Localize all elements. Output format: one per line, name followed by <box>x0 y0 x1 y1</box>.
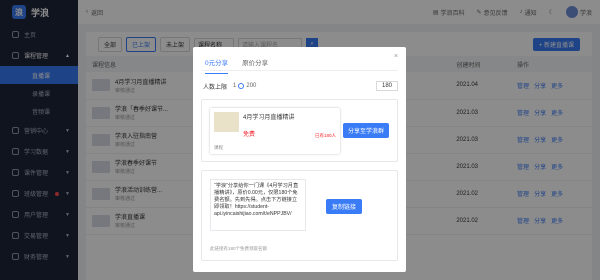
limit-input[interactable]: 180 <box>375 81 398 91</box>
slider-min: 1 <box>233 83 237 89</box>
share-to-group-button[interactable]: 分享至学浪群 <box>342 123 389 138</box>
preview-joined-count: 已有180人 <box>314 132 336 138</box>
share-tabs: 0元分享 原价分享 <box>201 57 398 74</box>
preview-tag: 课程 <box>214 144 223 150</box>
share-link-card: “学浪”分享给你一门课《4月学习月直播精讲》，原价0.00元，仅限180个免费名… <box>201 170 398 261</box>
preview-free-label: 免费 <box>243 131 256 138</box>
preview-title: 4月学习月直播精讲 <box>243 114 295 121</box>
share-dialog: × 0元分享 原价分享 人数上限 1 200 180 4月学习月直播精讲 免费 … <box>193 47 406 272</box>
slider-handle[interactable] <box>238 83 245 89</box>
tab-free-share[interactable]: 0元分享 <box>205 57 229 74</box>
tab-original-price-share[interactable]: 原价分享 <box>242 57 268 70</box>
share-link-text[interactable]: “学浪”分享给你一门课《4月学习月直播精讲》，原价0.00元，仅限180个免费名… <box>210 179 306 231</box>
close-icon[interactable]: × <box>394 53 398 60</box>
limit-row: 人数上限 1 200 180 <box>201 81 398 91</box>
share-card-preview: 4月学习月直播精讲 免费 已有180人 课程 分享至学浪群 <box>201 99 398 162</box>
link-note: 此链接有180个免费领取名额 <box>210 246 268 251</box>
copy-link-button[interactable]: 复制链接 <box>326 199 363 214</box>
limit-slider[interactable]: 1 200 <box>233 83 256 89</box>
slider-max: 200 <box>246 83 257 89</box>
limit-label: 人数上限 <box>203 84 228 91</box>
course-thumbnail <box>214 111 239 132</box>
course-preview: 4月学习月直播精讲 免费 已有180人 课程 <box>210 107 340 154</box>
